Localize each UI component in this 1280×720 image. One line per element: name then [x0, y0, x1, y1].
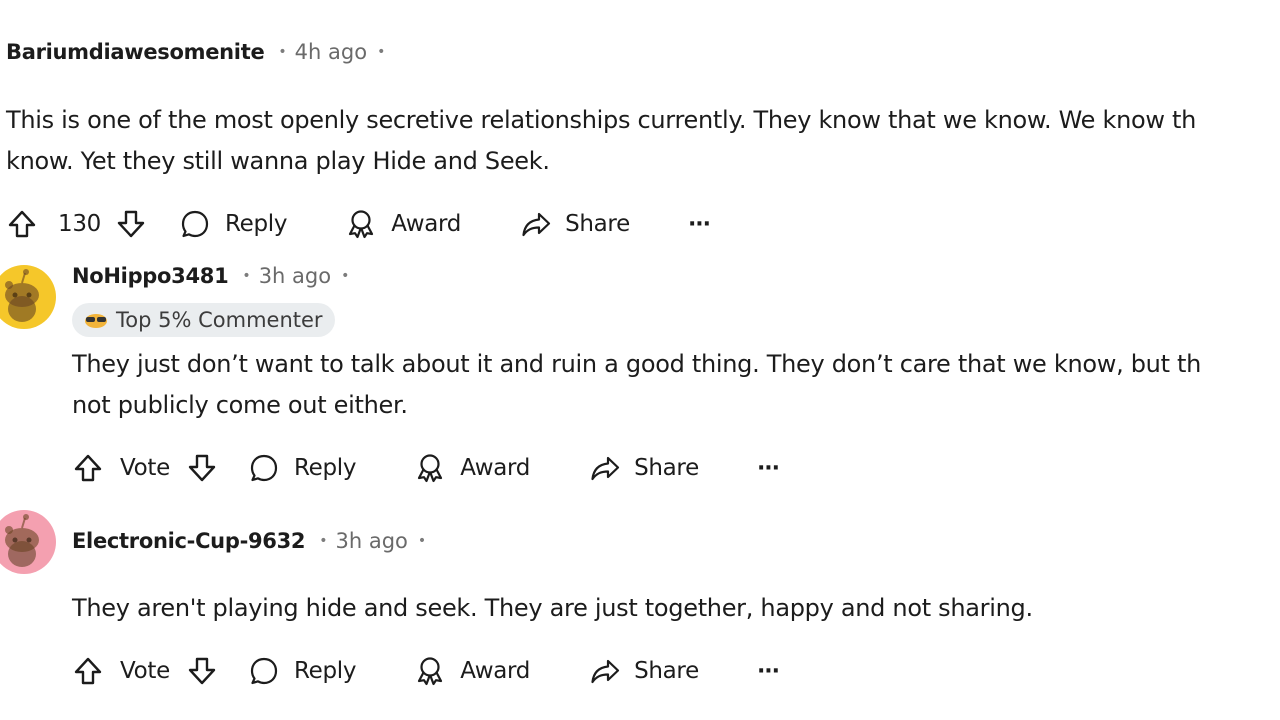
separator-dot: •	[341, 268, 350, 284]
reply-label: Reply	[294, 658, 357, 684]
timestamp[interactable]: 3h ago	[336, 529, 408, 553]
sunglasses-icon	[85, 314, 107, 328]
comment-body: They just don’t want to talk about it an…	[72, 344, 1201, 426]
action-bar: 130 Reply Award Share ···	[6, 204, 711, 244]
award-icon	[414, 655, 446, 687]
upvote-icon	[72, 655, 104, 687]
separator-dot: •	[377, 44, 386, 60]
downvote-icon	[115, 208, 147, 240]
share-label: Share	[634, 455, 699, 481]
share-label: Share	[565, 211, 630, 237]
comment-meta: NoHippo3481 • 3h ago •	[72, 264, 349, 288]
reply-label: Reply	[225, 211, 288, 237]
snoo-avatar-icon	[0, 510, 56, 574]
comment-line: This is one of the most openly secretive…	[6, 106, 1197, 134]
more-dots-icon[interactable]: ···	[757, 659, 780, 684]
downvote-icon	[186, 452, 218, 484]
more-dots-icon[interactable]: ···	[688, 212, 711, 237]
upvote-button[interactable]	[72, 452, 104, 484]
comment-meta: Electronic-Cup-9632 • 3h ago •	[72, 529, 426, 553]
reply-button[interactable]: Reply	[248, 655, 357, 687]
author-name[interactable]: Bariumdiawesomenite	[6, 40, 265, 64]
award-label: Award	[460, 658, 531, 684]
avatar[interactable]	[0, 510, 56, 574]
timestamp[interactable]: 4h ago	[295, 40, 367, 64]
award-button[interactable]: Award	[345, 208, 461, 240]
reply-button[interactable]: Reply	[248, 452, 357, 484]
reply-bubble-icon	[248, 655, 280, 687]
upvote-icon	[72, 452, 104, 484]
comment-line: They just don’t want to talk about it an…	[72, 350, 1202, 378]
avatar[interactable]	[0, 265, 56, 329]
author-name[interactable]: Electronic-Cup-9632	[72, 529, 306, 553]
vote-label: Vote	[120, 455, 170, 481]
vote-count: 130	[58, 211, 101, 237]
downvote-icon	[186, 655, 218, 687]
comment-meta: Bariumdiawesomenite • 4h ago •	[6, 40, 385, 64]
share-label: Share	[634, 658, 699, 684]
upvote-button[interactable]	[72, 655, 104, 687]
award-label: Award	[391, 211, 462, 237]
more-dots-icon[interactable]: ···	[757, 456, 780, 481]
share-button[interactable]: Share	[588, 655, 699, 687]
share-arrow-icon	[588, 655, 622, 687]
separator-dot: •	[242, 268, 251, 284]
downvote-button[interactable]	[115, 208, 147, 240]
award-icon	[414, 452, 446, 484]
separator-dot: •	[278, 44, 287, 60]
award-button[interactable]: Award	[414, 655, 530, 687]
comment-line: not publicly come out either.	[72, 391, 408, 419]
comment-body: They aren't playing hide and seek. They …	[72, 588, 1033, 629]
separator-dot: •	[417, 533, 427, 549]
upvote-button[interactable]	[6, 208, 38, 240]
comment-line: They aren't playing hide and seek. They …	[72, 594, 1033, 622]
share-button[interactable]: Share	[519, 208, 630, 240]
separator-dot: •	[319, 533, 328, 549]
share-arrow-icon	[588, 452, 622, 484]
reply-label: Reply	[294, 455, 357, 481]
upvote-icon	[6, 208, 38, 240]
share-button[interactable]: Share	[588, 452, 699, 484]
share-arrow-icon	[519, 208, 553, 240]
timestamp[interactable]: 3h ago	[259, 264, 331, 288]
downvote-button[interactable]	[186, 452, 218, 484]
reply-bubble-icon	[248, 452, 280, 484]
action-bar: Vote Reply Award Share ···	[72, 448, 780, 488]
reply-bubble-icon	[179, 208, 211, 240]
award-icon	[345, 208, 377, 240]
action-bar: Vote Reply Award Share ···	[72, 651, 780, 691]
badge-label: Top 5% Commenter	[116, 308, 323, 332]
comment-body: This is one of the most openly secretive…	[6, 100, 1196, 182]
award-label: Award	[460, 455, 531, 481]
vote-label: Vote	[120, 658, 170, 684]
reply-button[interactable]: Reply	[179, 208, 288, 240]
author-name[interactable]: NoHippo3481	[72, 264, 229, 288]
downvote-button[interactable]	[186, 655, 218, 687]
comment-line: know. Yet they still wanna play Hide and…	[6, 147, 550, 175]
commenter-badge: Top 5% Commenter	[72, 303, 335, 337]
award-button[interactable]: Award	[414, 452, 530, 484]
snoo-avatar-icon	[0, 265, 56, 329]
